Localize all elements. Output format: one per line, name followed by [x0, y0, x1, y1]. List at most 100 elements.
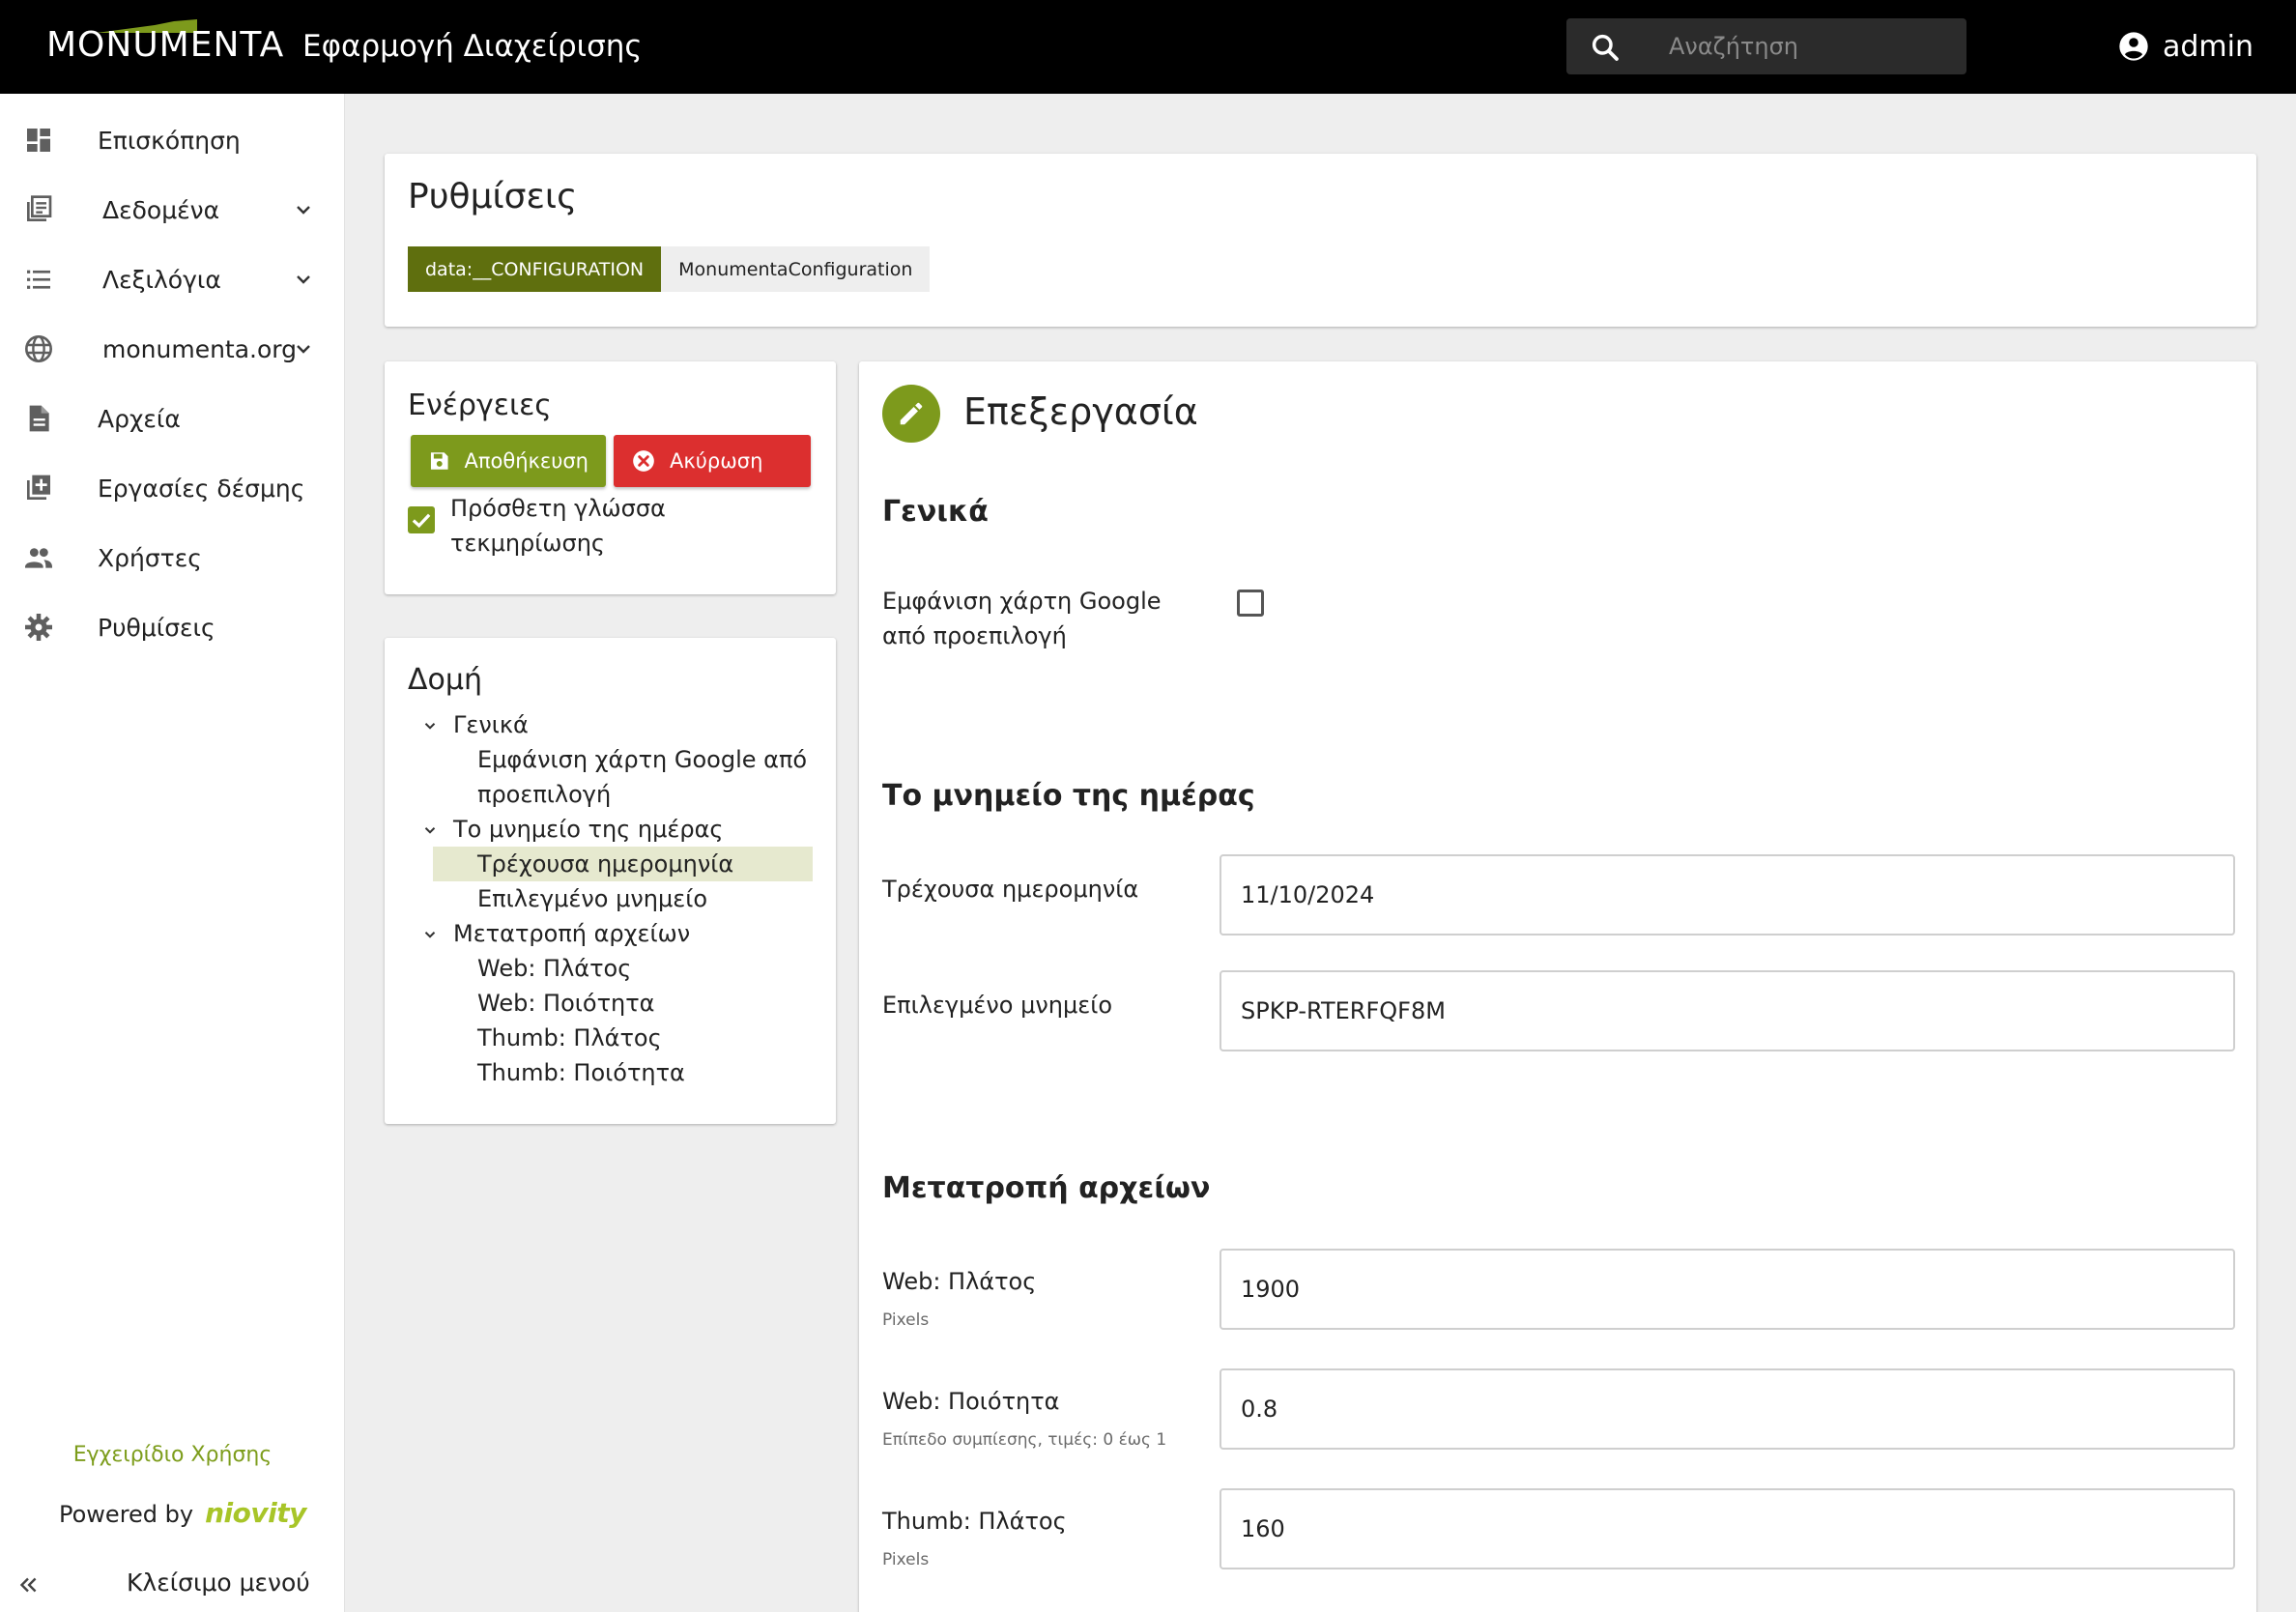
niovity-logo[interactable]: niovity [205, 1497, 306, 1529]
gear-icon [25, 614, 52, 641]
web-width-hint: Pixels [882, 1310, 930, 1330]
edit-title: Επεξεργασία [963, 390, 1198, 433]
logo-text: MONUMENTA [46, 25, 285, 65]
structure-tree: Γενικά Εμφάνιση χάρτη Google από προεπιλ… [385, 707, 836, 1090]
cancel-icon [633, 450, 654, 472]
sidebar-item-users[interactable]: Χρήστες [0, 529, 345, 587]
library-add-icon [27, 475, 50, 500]
tree-group-file-conversion[interactable]: Μετατροπή αρχείων [385, 916, 836, 951]
account-circle-icon [2119, 32, 2148, 61]
tree-item-selected[interactable]: Τρέχουσα ημερομηνία [433, 847, 813, 881]
section-general-heading: Γενικά [882, 495, 989, 529]
sidebar-item-batch-jobs[interactable]: Εργασίες δέσμης [0, 459, 345, 517]
thumb-width-input[interactable] [1220, 1488, 2235, 1569]
chip-group: data:__CONFIGURATION MonumentaConfigurat… [408, 246, 931, 292]
tree-item[interactable]: Web: Ποιότητα [385, 986, 836, 1021]
edit-card: Επεξεργασία Γενικά Εμφάνιση χάρτη Google… [859, 361, 2256, 1612]
search-icon[interactable] [1590, 32, 1621, 63]
extra-language-label: Πρόσθετη γλώσσα τεκμηρίωσης [450, 495, 666, 557]
file-icon [29, 405, 49, 432]
save-button[interactable]: Αποθήκευση [411, 435, 606, 487]
sidebar-item-settings[interactable]: Ρυθμίσεις [0, 598, 345, 656]
edit-badge [882, 385, 940, 443]
sidebar-item-data[interactable]: Δεδομένα [0, 181, 345, 239]
user-name: admin [2163, 29, 2253, 64]
sidebar-item-vocabularies[interactable]: Λεξιλόγια [0, 250, 345, 308]
pencil-icon [900, 402, 923, 425]
cancel-button[interactable]: Ακύρωση [614, 435, 811, 487]
chevron-down-icon[interactable] [421, 821, 439, 839]
user-manual-link[interactable]: Εγχειρίδιο Χρήσης [0, 1443, 345, 1467]
top-app-bar: MONUMENTA Εφαρμογή Διαχείρισης admin [0, 0, 2296, 94]
web-quality-hint: Επίπεδο συμπίεσης, τιμές: 0 έως 1 [882, 1430, 1167, 1450]
web-quality-input[interactable] [1220, 1368, 2235, 1450]
current-date-label: Τρέχουσα ημερομηνία [882, 876, 1139, 903]
sidebar-item-files[interactable]: Αρχεία [0, 389, 345, 447]
double-chevron-left-icon [19, 1577, 37, 1593]
sidebar-item-label: monumenta.org [102, 334, 297, 363]
structure-title: Δομή [408, 663, 482, 697]
chevron-down-icon[interactable] [421, 717, 439, 734]
tree-item[interactable]: Web: Πλάτος [385, 951, 836, 986]
sidebar-item-label: Ρυθμίσεις [98, 613, 215, 642]
chevron-down-icon[interactable] [292, 337, 315, 360]
tree-item[interactable]: Επιλεγμένο μνημείο [385, 881, 836, 916]
sidebar: Επισκόπηση Δεδομένα Λεξιλόγια monumenta.… [0, 94, 345, 1612]
list-icon [27, 270, 50, 289]
extra-language-checkbox[interactable] [408, 506, 435, 533]
tree-item[interactable]: Thumb: Ποιότητα [385, 1055, 836, 1090]
globe-icon [25, 335, 52, 362]
web-quality-label: Web: Ποιότητα [882, 1388, 1060, 1415]
save-icon [430, 452, 448, 470]
dashboard-icon [27, 129, 50, 152]
people-icon [25, 548, 52, 568]
save-button-label: Αποθήκευση [464, 449, 588, 473]
monumenta-logo[interactable]: MONUMENTA [46, 19, 283, 73]
page-header-card: Ρυθμίσεις data:__CONFIGURATION Monumenta… [385, 154, 2256, 327]
tree-group-label: Μετατροπή αρχείων [453, 920, 691, 947]
tree-group-label: Γενικά [453, 711, 529, 738]
selected-monument-label: Επιλεγμένο μνημείο [882, 992, 1113, 1019]
close-menu-label: Κλείσιμο μενού [127, 1569, 310, 1597]
sidebar-item-label: Εργασίες δέσμης [98, 474, 305, 503]
tree-group-monument-of-day[interactable]: Το μνημείο της ημέρας [385, 812, 836, 847]
page-title: Ρυθμίσεις [408, 177, 578, 216]
tree-item[interactable]: Εμφάνιση χάρτη Google από προεπιλογή [385, 742, 836, 812]
search-box[interactable] [1566, 18, 1966, 74]
search-input[interactable] [1669, 18, 1949, 74]
tree-group-general[interactable]: Γενικά [385, 707, 836, 742]
cancel-button-label: Ακύρωση [670, 449, 763, 473]
sidebar-item-overview[interactable]: Επισκόπηση [0, 111, 345, 169]
library-books-icon [27, 195, 52, 221]
web-width-input[interactable] [1220, 1249, 2235, 1330]
chevron-down-icon[interactable] [292, 198, 315, 221]
actions-title: Ενέργειες [408, 389, 552, 422]
extra-language-option[interactable]: Πρόσθετη γλώσσα τεκμηρίωσης [408, 491, 702, 561]
google-map-checkbox[interactable] [1237, 590, 1264, 617]
thumb-width-label: Thumb: Πλάτος [882, 1508, 1067, 1535]
section-file-conversion-heading: Μετατροπή αρχείων [882, 1171, 1211, 1205]
check-icon [412, 513, 431, 529]
selected-monument-input[interactable] [1220, 970, 2235, 1051]
structure-card: Δομή Γενικά Εμφάνιση χάρτη Google από πρ… [385, 638, 836, 1124]
sidebar-item-label: Αρχεία [98, 404, 181, 433]
sidebar-item-label: Δεδομένα [102, 195, 220, 224]
chevron-down-icon[interactable] [292, 268, 315, 291]
tree-item[interactable]: Thumb: Πλάτος [385, 1021, 836, 1055]
sidebar-item-label: Επισκόπηση [98, 126, 241, 155]
section-monument-of-day-heading: Το μνημείο της ημέρας [882, 779, 1255, 813]
tree-group-label: Το μνημείο της ημέρας [453, 816, 724, 843]
google-map-label: Εμφάνιση χάρτη Google από προεπιλογή [882, 588, 1162, 649]
actions-card: Ενέργειες Αποθήκευση Ακύρωση Πρόσθετη γλ… [385, 361, 836, 594]
powered-by-text: Powered by [59, 1501, 194, 1528]
thumb-width-hint: Pixels [882, 1550, 930, 1569]
current-date-input[interactable] [1220, 854, 2235, 936]
sidebar-item-label: Χρήστες [98, 543, 202, 572]
web-width-label: Web: Πλάτος [882, 1268, 1037, 1295]
record-type-chip: MonumentaConfiguration [661, 246, 931, 292]
user-menu[interactable]: admin [2118, 27, 2253, 66]
sidebar-item-monumenta-org[interactable]: monumenta.org [0, 320, 345, 378]
close-menu-button[interactable]: Κλείσιμο μενού [0, 1559, 345, 1607]
chevron-down-icon[interactable] [421, 926, 439, 943]
app-title: Εφαρμογή Διαχείρισης [302, 29, 643, 64]
